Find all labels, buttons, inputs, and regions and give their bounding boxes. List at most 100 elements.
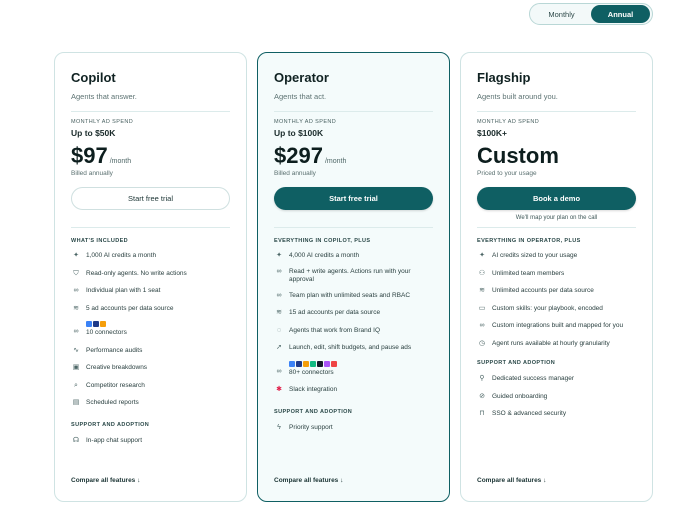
plan-card-copilot: Copilot Agents that answer. MONTHLY AD S… [54, 52, 247, 502]
billing-note: Billed annually [274, 170, 316, 177]
divider [71, 227, 230, 228]
price: Custom [477, 143, 559, 168]
plan-tagline: Agents that answer. [71, 92, 137, 101]
lock-icon: ⊓ [479, 410, 485, 417]
compare-features-link[interactable]: Compare all features ↓ [71, 477, 140, 484]
slack-icon: ✱ [276, 386, 282, 393]
feature-item: ◌ Agents that work from Brand IQ [274, 327, 433, 336]
divider [477, 227, 636, 228]
plan-tagline: Agents built around you. [477, 92, 558, 101]
link-icon: ∞ [276, 291, 282, 299]
analytics-logo-icon [303, 360, 309, 367]
book-icon: ▭ [478, 304, 486, 312]
meta-logo-icon [289, 360, 295, 367]
divider [477, 111, 636, 112]
spend-label: MONTHLY AD SPEND [71, 119, 134, 125]
feature-item: ✱ Slack integration [274, 386, 433, 395]
price-row: $297 /month [274, 143, 433, 169]
link-icon: ∞ [479, 322, 485, 329]
section-title: WHAT'S INCLUDED [71, 238, 129, 244]
tiktok-logo-icon [317, 360, 323, 367]
feature-item: ◷ Agent runs available at hourly granular… [478, 339, 610, 347]
feature-item: ➚ Launch, edit, shift budgets, and pause … [274, 344, 433, 353]
link-icon: ∞ [73, 328, 79, 335]
feature-item: ∞ Read + write agents. Actions run with y… [274, 268, 433, 285]
price-period: /month [324, 158, 347, 165]
feature-item: ⚲ Dedicated success manager [477, 375, 636, 384]
rocket-icon: ➚ [276, 344, 282, 351]
shopify-logo-icon [310, 360, 316, 367]
lightbulb-icon: ◌ [276, 326, 282, 334]
link-icon: ∞ [276, 267, 282, 275]
document-icon: ▤ [72, 399, 80, 406]
divider [274, 227, 433, 228]
headphones-icon: ☊ [72, 436, 80, 444]
sparkle-icon: ✦ [479, 252, 485, 259]
cta-note: We'll map your plan on the call [515, 215, 598, 221]
shield-icon: ⛉ [73, 269, 79, 277]
feature-item: ϟ Priority support [274, 424, 433, 433]
connector-logos [86, 321, 127, 327]
ads-logo-icon [93, 321, 99, 327]
feature-item: ☊ In-app chat support [72, 436, 143, 444]
compare-features-link[interactable]: Compare all features ↓ [274, 477, 343, 484]
layers-icon: ≋ [276, 309, 282, 316]
image-icon: ▣ [72, 364, 80, 371]
divider [71, 111, 230, 112]
feature-item: ⌕ Competitor research [71, 382, 230, 391]
section-title: SUPPORT AND ADOPTION [274, 408, 353, 415]
feature-item: ⚇ Unlimited team members [478, 269, 565, 277]
feature-item: ∿ Performance audits [71, 347, 230, 356]
compass-icon: ⊘ [479, 392, 485, 400]
book-demo-button[interactable]: Book a demo [477, 187, 636, 210]
sparkle-icon: ✦ [276, 252, 282, 259]
plan-name: Copilot [71, 70, 116, 85]
feature-item: ∞ Team plan with unlimited seats and RBAC [274, 292, 433, 301]
feature-item: ∞ Custom integrations built and mapped fo… [477, 322, 636, 331]
feature-item: ≋ 5 ad accounts per data source [71, 305, 230, 314]
plan-name: Operator [274, 70, 329, 85]
user-check-icon: ⚲ [479, 375, 485, 382]
search-icon: ⌕ [74, 381, 78, 389]
start-trial-button[interactable]: Start free trial [274, 187, 433, 210]
feature-item-connectors: ∞ 80+ connectors [274, 360, 433, 378]
feature-item: ⛉ Read-only agents. No write actions [71, 270, 230, 279]
billing-note: Priced to your usage [477, 170, 537, 177]
feature-item-connectors: ∞ 10 connectors [71, 321, 230, 338]
link-icon: ∞ [73, 287, 79, 294]
spend-value: Up to $100K [274, 128, 324, 138]
compare-features-link[interactable]: Compare all features ↓ [477, 477, 546, 484]
price: $97 [71, 143, 108, 168]
bolt-icon: ϟ [277, 423, 281, 431]
spend-value: Up to $50K [71, 128, 116, 138]
feature-item: ≋ 15 ad accounts per data source [274, 309, 433, 318]
analytics-logo-icon [100, 321, 106, 327]
billing-toggle[interactable]: Monthly Annual [529, 3, 653, 25]
section-title: SUPPORT AND ADOPTION [71, 421, 150, 428]
feature-item: ✦ 1,000 AI credits a month [71, 252, 230, 261]
feature-item: ✦ 4,000 AI credits a month [274, 252, 433, 261]
feature-item: ✦ AI credits sized to your usage [477, 252, 636, 261]
plan-card-operator: Operator Agents that act. MONTHLY AD SPE… [257, 52, 450, 502]
toggle-annual[interactable]: Annual [591, 5, 650, 23]
layers-icon: ≋ [479, 287, 485, 294]
start-trial-button[interactable]: Start free trial [71, 187, 230, 210]
connector-logo-icon [324, 360, 330, 367]
activity-icon: ∿ [73, 346, 79, 354]
price-period: /month [109, 158, 132, 165]
plan-card-flagship: Flagship Agents built around you. MONTHL… [460, 52, 653, 502]
sparkle-icon: ✦ [73, 252, 79, 259]
divider [274, 111, 433, 112]
feature-item: ▤ Scheduled reports [72, 399, 139, 406]
clock-icon: ◷ [478, 339, 486, 347]
toggle-monthly[interactable]: Monthly [532, 5, 591, 23]
layers-icon: ≋ [73, 304, 79, 312]
spend-label: MONTHLY AD SPEND [274, 119, 337, 125]
feature-item: ▭ Custom skills: your playbook, encoded [478, 304, 603, 312]
billing-note: Billed annually [71, 170, 113, 177]
feature-item: ⊘ Guided onboarding [477, 393, 636, 402]
ads-logo-icon [296, 360, 302, 367]
section-title: EVERYTHING IN OPERATOR, PLUS [477, 238, 581, 244]
link-icon: ∞ [276, 367, 282, 375]
price-row: $97 /month [71, 143, 230, 169]
